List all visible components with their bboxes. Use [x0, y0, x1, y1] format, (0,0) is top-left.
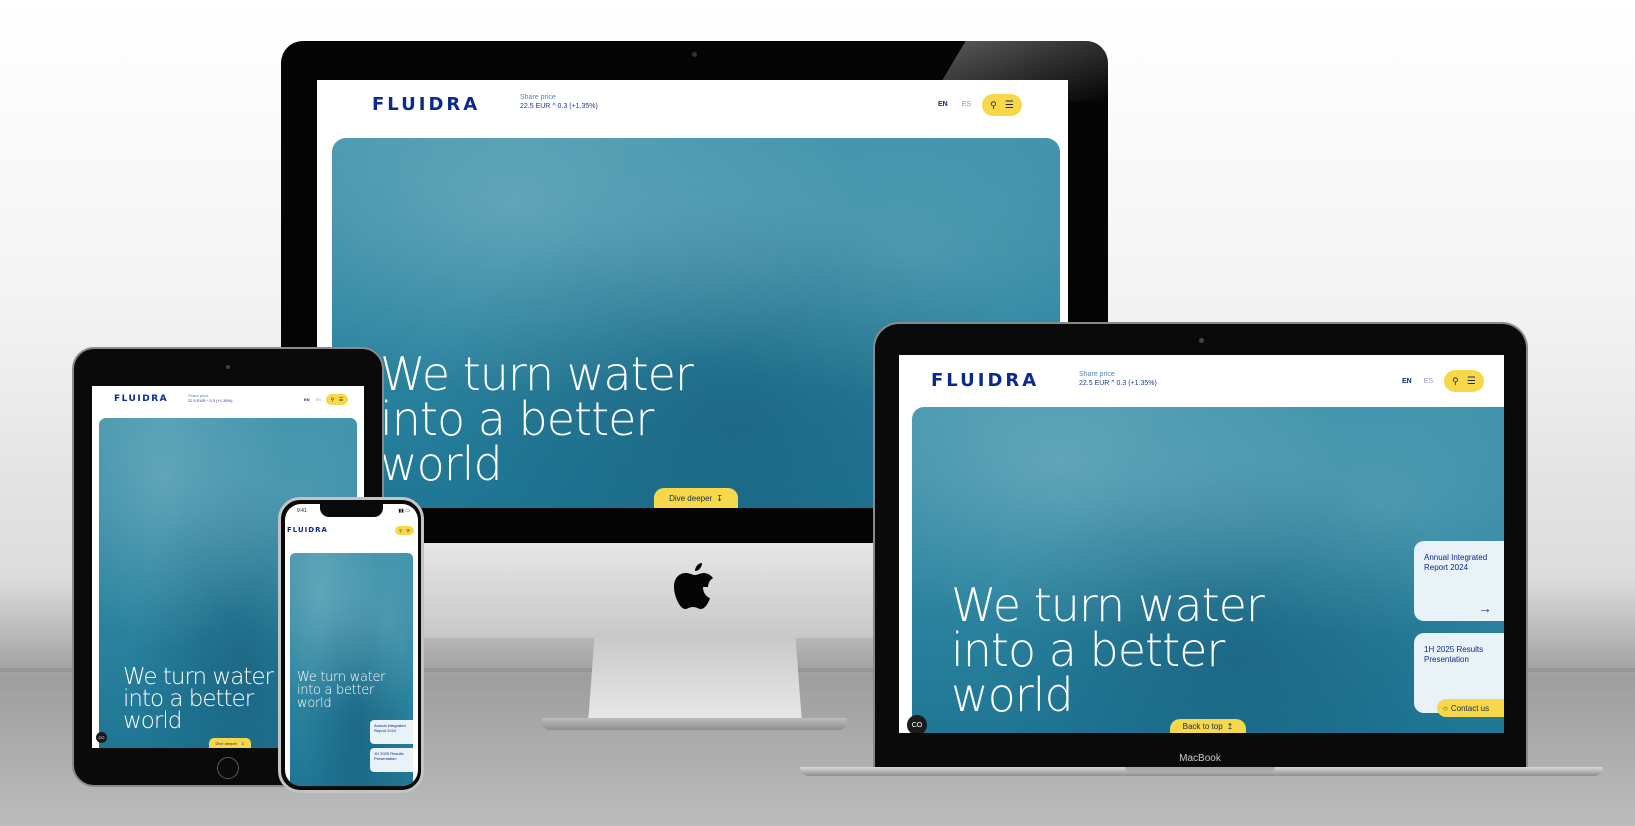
hero-title-line-3: world [297, 696, 332, 711]
hero-title: We turn water into a better world [380, 347, 694, 491]
fluidra-logo[interactable]: FLUIDRA [372, 94, 480, 115]
contact-us-label: Contact us [1450, 703, 1490, 713]
dive-deeper-label: Dive deeper [669, 493, 713, 503]
share-price-label: Share price [1079, 371, 1115, 378]
arrow-down-icon: ↧ [716, 493, 723, 503]
hero-title-line-2: into a better [951, 623, 1225, 677]
macbook-notch [1125, 767, 1275, 772]
macbook-label: MacBook [1179, 753, 1221, 764]
cookie-settings-icon[interactable]: CO [907, 715, 927, 733]
language-switcher: EN ES [304, 397, 321, 402]
share-price-label: Share price [520, 94, 556, 101]
header-actions: ⚲ ☰ [1444, 370, 1484, 392]
search-icon[interactable]: ⚲ [399, 528, 402, 533]
share-price-widget[interactable]: Share price 22.5 EUR ^ 0.3 (+1.35%) [1079, 371, 1157, 389]
language-switcher: EN ES [938, 101, 971, 108]
hero-title: We turn water into a better world [123, 664, 274, 734]
header-actions: ⚲ ☰ [982, 94, 1022, 116]
fluidra-logo[interactable]: FLUIDRA [114, 394, 168, 404]
report-card-title: Annual Integrated Report 2024 [1424, 553, 1488, 572]
share-price-value: 22.5 EUR ^ 0.3 (+1.35%) [520, 103, 598, 112]
search-icon[interactable]: ⚲ [331, 397, 335, 403]
iphone-screen: 9:41 ▮▮ ▭ FLUIDRA ⚲ ☰ We turn water into… [285, 504, 418, 786]
iphone-notch [320, 504, 383, 517]
lang-es[interactable]: ES [316, 397, 321, 402]
imac-stand [588, 638, 802, 723]
results-card[interactable]: 1H 2025 Results Presentation [370, 748, 413, 772]
ipad-home-button [217, 757, 239, 779]
share-price-amount: 22.5 EUR [1079, 379, 1110, 387]
share-price-value: 22.5 EUR ^ 0.3 (+1.35%) [188, 398, 232, 403]
dive-deeper-button[interactable]: Dive deeper ↧ [654, 488, 738, 508]
hero-title-line-1: We turn water [123, 664, 274, 690]
results-card-title: 1H 2025 Results Presentation [1424, 645, 1484, 664]
menu-icon[interactable]: ☰ [1467, 376, 1476, 387]
report-card-title: Annual Integrated Report 2024 [374, 723, 406, 733]
share-price-change: ^ 0.3 (+1.35%) [552, 102, 598, 110]
menu-icon[interactable]: ☰ [1005, 100, 1014, 111]
report-card[interactable]: Annual Integrated Report 2024 [370, 720, 413, 744]
lang-en[interactable]: EN [304, 397, 310, 402]
hero-title-line-1: We turn water [380, 347, 694, 401]
hero-section: We turn water into a better world Annual… [290, 553, 413, 786]
status-time: 9:41 [297, 508, 307, 514]
hero-title-line-2: into a better [123, 686, 254, 712]
share-price-change: ^ 0.3 (+1.35%) [206, 398, 233, 403]
macbook-screen: FLUIDRA Share price 22.5 EUR ^ 0.3 (+1.3… [899, 355, 1504, 733]
hero-title: We turn water into a better world [951, 578, 1265, 722]
contact-us-button[interactable]: ○ Contact us [1437, 699, 1504, 717]
macbook-camera [1199, 338, 1204, 343]
ipad-camera [226, 365, 230, 369]
hero-title: We turn water into a better world [297, 671, 385, 710]
menu-icon[interactable]: ☰ [339, 397, 343, 403]
signal-icon: ▮▮ [398, 508, 404, 514]
hero-title-line-3: world [380, 437, 503, 491]
lang-es[interactable]: ES [1424, 378, 1433, 385]
hero-title-line-1: We turn water [951, 578, 1265, 632]
share-price-amount: 22.5 EUR [188, 398, 206, 403]
fluidra-logo[interactable]: FLUIDRA [931, 370, 1039, 391]
arrow-right-icon: → [1478, 600, 1492, 616]
menu-icon[interactable]: ☰ [406, 528, 410, 533]
share-price-value: 22.5 EUR ^ 0.3 (+1.35%) [1079, 380, 1157, 389]
fluidra-logo[interactable]: FLUIDRA [287, 526, 328, 534]
header-actions: ⚲ ☰ [395, 526, 414, 535]
arrow-down-icon: ↧ [241, 740, 245, 746]
lang-en[interactable]: EN [1402, 378, 1412, 385]
status-icons: ▮▮ ▭ [398, 508, 410, 514]
arrow-up-icon: ↥ [1226, 721, 1234, 731]
cookie-settings-icon[interactable]: CO [96, 732, 107, 743]
lang-es[interactable]: ES [962, 101, 971, 108]
share-price-widget[interactable]: Share price 22.5 EUR ^ 0.3 (+1.35%) [520, 94, 598, 112]
dive-deeper-button[interactable]: Dive deeper ↧ [209, 738, 251, 748]
search-icon[interactable]: ⚲ [990, 100, 997, 111]
share-price-change: ^ 0.3 (+1.35%) [1111, 379, 1157, 387]
battery-icon: ▭ [405, 508, 410, 514]
language-switcher: EN ES [1402, 378, 1433, 385]
header-actions: ⚲ ☰ [326, 394, 348, 405]
share-price-widget[interactable]: Share price 22.5 EUR ^ 0.3 (+1.35%) [188, 393, 232, 403]
back-to-top-button[interactable]: Back to top ↥ [1170, 719, 1246, 733]
lang-en[interactable]: EN [938, 101, 948, 108]
dive-deeper-label: Dive deeper [215, 740, 238, 746]
imac-camera [692, 52, 697, 57]
search-icon[interactable]: ⚲ [1452, 376, 1459, 387]
back-to-top-label: Back to top [1182, 721, 1223, 731]
hero-section: We turn water into a better world Annual… [907, 407, 1504, 733]
share-price-amount: 22.5 EUR [520, 102, 551, 110]
apple-logo-icon [674, 563, 713, 609]
results-card-title: 1H 2025 Results Presentation [374, 751, 404, 761]
hero-title-line-3: world [951, 668, 1074, 722]
report-card[interactable]: Annual Integrated Report 2024 → [1414, 541, 1504, 621]
imac-foot [542, 718, 847, 730]
hero-title-line-2: into a better [380, 392, 654, 446]
chat-icon: ○ [1443, 703, 1448, 713]
hero-title-line-3: world [123, 708, 182, 734]
